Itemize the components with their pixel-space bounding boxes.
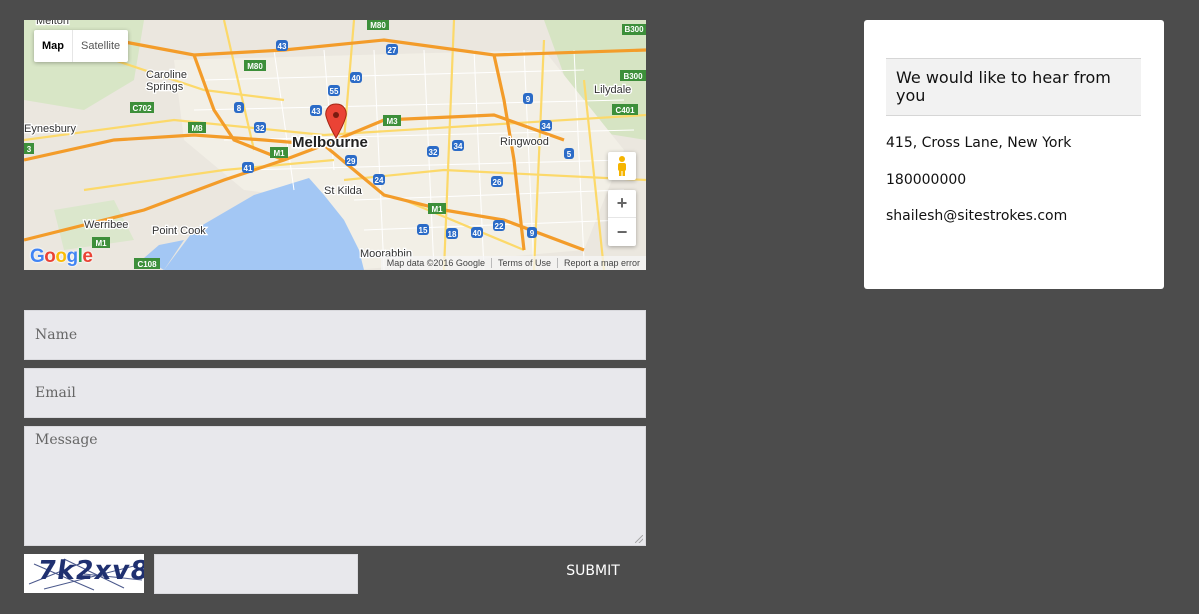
svg-text:Springs: Springs [146, 81, 184, 93]
svg-text:M80: M80 [370, 21, 386, 30]
zoom-out-button[interactable]: − [608, 218, 636, 246]
svg-text:8: 8 [237, 104, 242, 113]
submit-button[interactable]: SUBMIT [548, 554, 638, 588]
name-input[interactable]: Name [24, 310, 646, 360]
street-view-pegman-icon[interactable] [608, 152, 636, 180]
name-placeholder: Name [35, 327, 78, 343]
contact-card-title: We would like to hear from you [886, 58, 1141, 116]
map-data-credit: Map data ©2016 Google [386, 258, 485, 268]
svg-text:24: 24 [375, 176, 384, 185]
svg-text:32: 32 [256, 124, 265, 133]
contact-address: 415, Cross Lane, New York [886, 135, 1072, 151]
city-label: Melbourne [292, 134, 368, 151]
svg-text:C108: C108 [137, 260, 157, 269]
contact-phone: 180000000 [886, 172, 967, 188]
contact-card: We would like to hear from you 415, Cros… [864, 20, 1164, 289]
svg-text:32: 32 [429, 148, 438, 157]
svg-text:9: 9 [530, 229, 535, 238]
svg-text:C702: C702 [132, 104, 152, 113]
svg-text:40: 40 [352, 74, 361, 83]
svg-text:Lilydale: Lilydale [594, 84, 631, 96]
email-input[interactable]: Email [24, 368, 646, 418]
svg-text:M8: M8 [191, 124, 203, 133]
google-logo-letter: o [44, 246, 56, 267]
google-logo-letter: o [55, 246, 67, 267]
map-attribution: Map data ©2016 Google Terms of Use Repor… [380, 256, 646, 270]
google-logo[interactable]: Google [30, 246, 93, 268]
svg-text:43: 43 [278, 42, 287, 51]
satellite-view-button[interactable]: Satellite [73, 30, 128, 62]
svg-text:M80: M80 [247, 62, 263, 71]
svg-text:M1: M1 [431, 205, 443, 214]
svg-text:Ringwood: Ringwood [500, 136, 549, 148]
svg-text:9: 9 [526, 95, 531, 104]
svg-text:M1: M1 [95, 239, 107, 248]
svg-text:26: 26 [493, 178, 502, 187]
svg-text:M3: M3 [386, 117, 398, 126]
svg-text:34: 34 [542, 122, 551, 131]
resize-grip-icon[interactable] [635, 535, 643, 543]
svg-text:Point Cook: Point Cook [152, 225, 206, 237]
svg-text:B300: B300 [623, 72, 643, 81]
captcha-noise [28, 558, 143, 591]
google-logo-letter: e [82, 246, 93, 267]
svg-text:3: 3 [27, 145, 32, 154]
map-type-control: Map Satellite [34, 30, 129, 62]
svg-text:B300: B300 [624, 25, 644, 34]
captcha-input[interactable] [154, 554, 358, 594]
svg-text:43: 43 [312, 107, 321, 116]
svg-text:St Kilda: St Kilda [324, 185, 363, 197]
svg-text:C401: C401 [615, 106, 635, 115]
google-logo-letter: G [30, 246, 45, 267]
svg-text:27: 27 [388, 46, 397, 55]
message-placeholder: Message [35, 432, 98, 448]
svg-text:22: 22 [495, 222, 504, 231]
svg-text:34: 34 [454, 142, 463, 151]
svg-text:29: 29 [347, 157, 356, 166]
message-textarea[interactable]: Message [24, 426, 646, 546]
svg-text:5: 5 [567, 150, 572, 159]
svg-text:Werribee: Werribee [84, 219, 128, 231]
svg-text:Melton: Melton [36, 20, 69, 27]
email-placeholder: Email [35, 385, 76, 401]
svg-text:40: 40 [473, 229, 482, 238]
zoom-in-button[interactable]: + [608, 190, 636, 218]
google-logo-letter: g [66, 246, 79, 267]
svg-text:M1: M1 [273, 149, 285, 158]
svg-text:18: 18 [448, 230, 457, 239]
svg-text:55: 55 [330, 87, 339, 96]
svg-text:41: 41 [244, 164, 253, 173]
zoom-control: + − [608, 190, 636, 246]
svg-text:Eynesbury: Eynesbury [24, 123, 76, 135]
contact-email: shailesh@sitestrokes.com [886, 208, 1068, 224]
svg-text:15: 15 [419, 226, 428, 235]
svg-text:Caroline: Caroline [146, 69, 187, 81]
map-view-button[interactable]: Map [34, 30, 73, 62]
terms-of-use-link[interactable]: Terms of Use [490, 258, 557, 268]
google-map[interactable]: 43 27 40 55 8 43 32 9 34 32 34 5 41 29 2… [24, 20, 646, 270]
report-map-error-link[interactable]: Report a map error [556, 258, 646, 268]
captcha-image: 7k2xv8 [24, 554, 144, 593]
